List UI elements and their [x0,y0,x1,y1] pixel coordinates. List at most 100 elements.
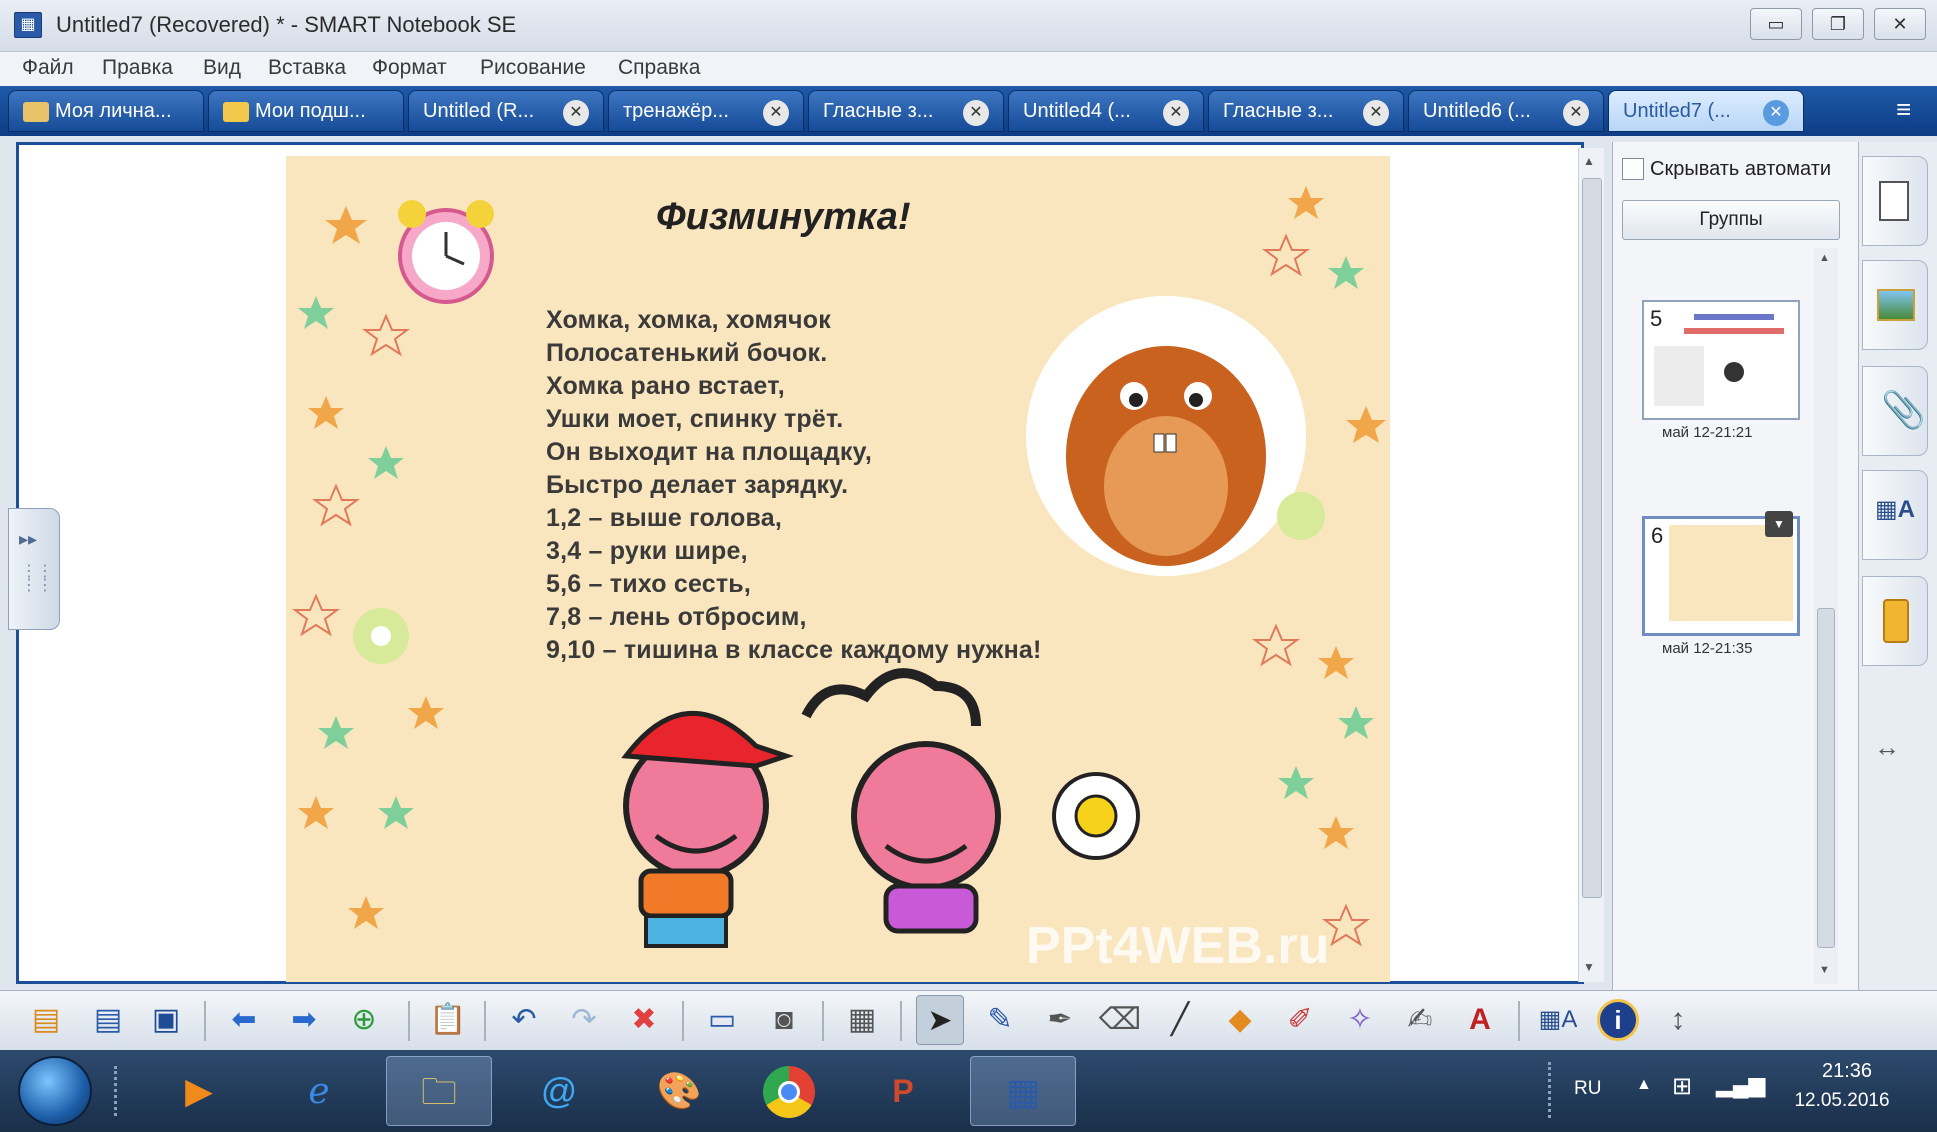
scroll-down-icon[interactable]: ▼ [1583,960,1595,974]
close-tab-icon[interactable]: ✕ [563,100,589,126]
creative-pen-icon[interactable]: ✒ [1036,995,1084,1045]
tab-my-content[interactable]: Моя лична... [8,90,204,132]
shapes-icon[interactable]: ◆ [1216,995,1264,1045]
poem-line[interactable]: 9,10 – тишина в классе каждому нужна! [546,636,1042,665]
menu-insert[interactable]: Вставка [268,56,346,80]
tab-untitled4[interactable]: Untitled4 (... ✕ [1008,90,1204,132]
menu-draw[interactable]: Рисование [480,56,586,80]
close-tab-icon[interactable]: ✕ [1363,100,1389,126]
scroll-thumb[interactable] [1582,178,1602,898]
page-thumbnail-5[interactable]: 5 [1642,300,1800,420]
close-tab-icon[interactable]: ✕ [1563,100,1589,126]
menu-format[interactable]: Формат [372,56,447,80]
back-arrow-icon[interactable]: ⬅ [220,995,268,1045]
fill-icon[interactable]: ✐ [1276,995,1324,1045]
workspace-scrollbar[interactable]: ▲ ▼ [1578,148,1604,982]
chrome-task[interactable] [736,1056,842,1126]
page-sorter-scrollbar[interactable]: ▲ ▼ [1814,248,1838,984]
page-icon[interactable]: ▤ [84,995,132,1045]
poem-line[interactable]: 3,4 – руки шире, [546,537,748,566]
poem-line[interactable]: 7,8 – лень отбросим, [546,603,807,632]
tab-untitled6[interactable]: Untitled6 (... ✕ [1408,90,1604,132]
paste-icon[interactable]: 📋 [424,995,472,1045]
magic-pen-icon[interactable]: ✧ [1336,995,1384,1045]
table-icon[interactable]: ▦ [838,995,886,1045]
close-tab-icon[interactable]: ✕ [763,100,789,126]
poem-line[interactable]: Быстро делает зарядку. [546,471,848,500]
shape-recognition-pen-icon[interactable]: ✍ [1396,995,1444,1045]
poem-line[interactable]: Ушки моет, спинку трёт. [546,405,843,434]
poem-line[interactable]: Хомка, хомка, хомячок [546,306,831,335]
poem-line[interactable]: Он выходит на площадку, [546,438,872,467]
poem-line[interactable]: Хомка рано встает, [546,372,785,401]
attachments-tab[interactable]: 📎 [1862,366,1928,456]
groups-button[interactable]: Группы [1622,200,1840,240]
text-icon[interactable]: A [1456,995,1504,1045]
action-center-icon[interactable]: ⊞ [1672,1072,1692,1101]
addons-tab[interactable] [1862,576,1928,666]
tab-vowels-2[interactable]: Гласные з... ✕ [1208,90,1404,132]
properties-icon[interactable]: ▦A [1534,995,1582,1045]
forward-arrow-icon[interactable]: ➡ [280,995,328,1045]
tab-untitled[interactable]: Untitled (R... ✕ [408,90,604,132]
restore-button[interactable]: ❐ [1812,8,1864,40]
pen-icon[interactable]: ✎ [976,995,1024,1045]
page-thumbnail-6[interactable]: 6 ▼ [1642,511,1800,636]
page-menu-dropdown-icon[interactable]: ▼ [1765,511,1793,537]
delete-icon[interactable]: ✖ [620,995,668,1045]
autohide-checkbox[interactable] [1622,158,1644,180]
side-panel-handle[interactable]: ▸▸ ⋮⋮ ⋮⋮ [8,508,60,630]
scroll-down-icon[interactable]: ▼ [1819,964,1830,976]
minimize-button[interactable]: ▭ [1750,8,1802,40]
network-signal-icon[interactable]: ▂▄▆ [1716,1072,1765,1098]
tab-vowels-1[interactable]: Гласные з... ✕ [808,90,1004,132]
capture-icon[interactable]: ◙ [760,995,808,1045]
page-sorter-tab[interactable] [1862,156,1928,246]
eraser-icon[interactable]: ⌫ [1096,995,1144,1045]
save-icon[interactable]: ▣ [142,995,190,1045]
close-tab-icon[interactable]: ✕ [1763,100,1789,126]
poem-line[interactable]: 5,6 – тихо сесть, [546,570,751,599]
add-page-icon[interactable]: ⊕ [340,995,388,1045]
tab-trainer[interactable]: тренажёр... ✕ [608,90,804,132]
menu-file[interactable]: Файл [22,56,74,80]
undo-icon[interactable]: ↶ [500,995,548,1045]
menu-edit[interactable]: Правка [102,56,173,80]
menu-help[interactable]: Справка [618,56,700,80]
clock-time[interactable]: 21:36 [1792,1060,1902,1083]
new-page-icon[interactable]: ▤ [22,995,70,1045]
scroll-up-icon[interactable]: ▲ [1583,154,1595,168]
move-toolbar-icon[interactable]: ↕ [1654,995,1702,1045]
info-icon[interactable]: i [1594,995,1642,1045]
clock-date[interactable]: 12.05.2016 [1782,1090,1902,1112]
scroll-up-icon[interactable]: ▲ [1819,252,1830,264]
file-explorer-task[interactable]: 🗀 [386,1056,492,1126]
powerpoint-task[interactable]: P [850,1056,956,1126]
slide-title[interactable]: Физминутка! [656,196,910,239]
line-icon[interactable]: ╱ [1156,995,1204,1045]
language-indicator[interactable]: RU [1574,1078,1601,1100]
start-button[interactable] [18,1056,92,1126]
close-tab-icon[interactable]: ✕ [963,100,989,126]
show-hidden-icons[interactable]: ▲ [1636,1076,1652,1094]
paint-task[interactable]: 🎨 [626,1056,732,1126]
poem-line[interactable]: Полосатенький бочок. [546,339,827,368]
internet-explorer-task[interactable]: ℯ [266,1056,372,1126]
gallery-tab[interactable] [1862,260,1928,350]
close-tab-icon[interactable]: ✕ [1163,100,1189,126]
poem-line[interactable]: 1,2 – выше голова, [546,504,782,533]
select-pointer-icon[interactable]: ➤ [916,995,964,1045]
tab-my-subscriptions[interactable]: Мои подш... [208,90,404,132]
close-button[interactable]: ✕ [1874,8,1926,40]
tab-untitled7[interactable]: Untitled7 (... ✕ [1608,90,1804,132]
scroll-thumb[interactable] [1817,608,1835,948]
mail-task[interactable]: @ [506,1056,612,1126]
media-player-task[interactable]: ▶ [146,1056,252,1126]
tab-menu-icon[interactable]: ≡ [1896,94,1911,125]
menu-view[interactable]: Вид [203,56,241,80]
resize-panel-icon[interactable]: ↔ [1874,732,1900,763]
smart-notebook-task[interactable]: ▦ [970,1056,1076,1126]
redo-icon[interactable]: ↷ [560,995,608,1045]
screen-shade-icon[interactable]: ▭ [698,995,746,1045]
properties-tab[interactable]: ▦A [1862,470,1928,560]
